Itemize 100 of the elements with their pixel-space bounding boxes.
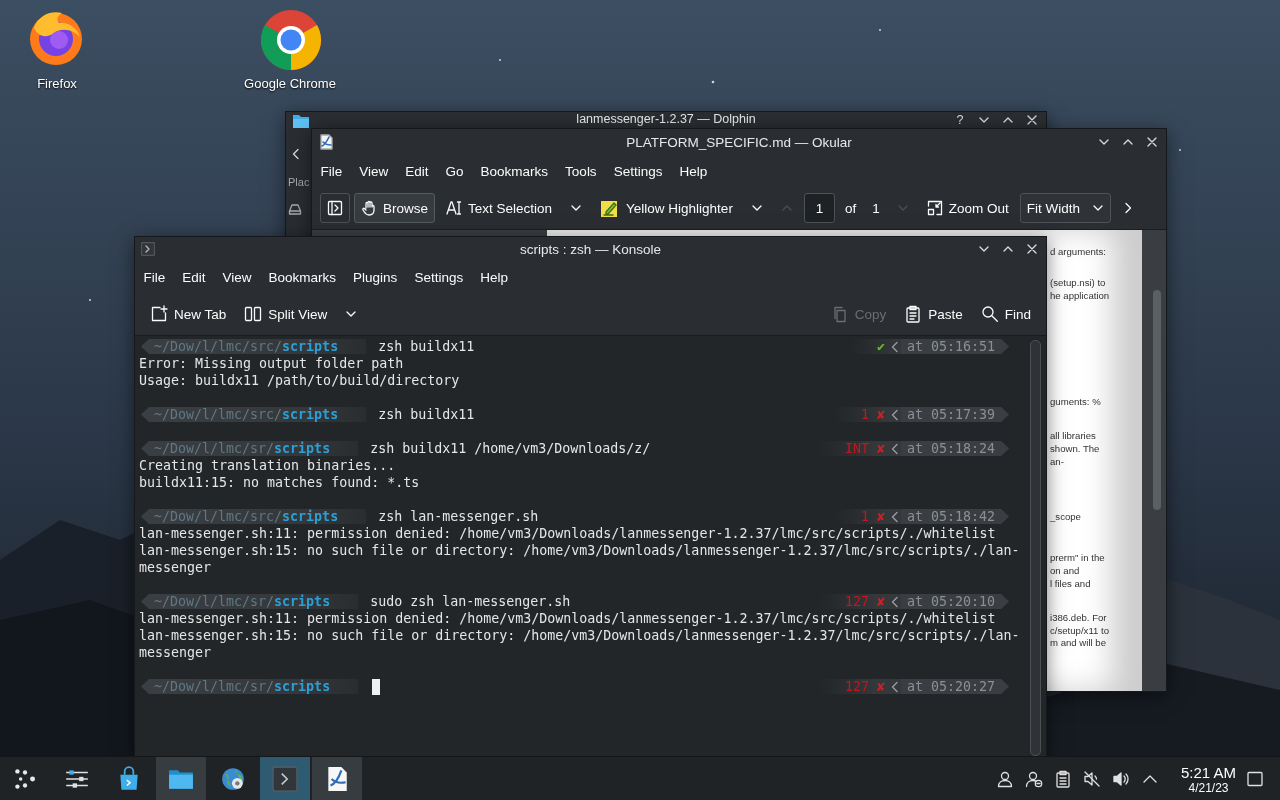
document-text-line: m and will be	[1050, 637, 1107, 651]
success-mark: ✔	[876, 338, 885, 355]
command-text: zsh buildx11	[378, 338, 475, 355]
sidebar-icon	[327, 200, 343, 216]
prompt-path: ~/Dow/l/lmc/src/	[154, 338, 283, 355]
output-line: lan-messenger.sh:11: permission denied: /home/vm3/Downloads/lanmessenger-1.2.37/lmc/src/scripts/./whitelist	[139, 525, 997, 542]
tool-button[interactable]: Text Selection	[439, 193, 560, 223]
command-text: zsh lan-messenger.sh	[378, 508, 539, 525]
close-icon	[1146, 136, 1158, 148]
error-mark: ✘	[876, 508, 885, 525]
help-button[interactable]: ?	[952, 112, 968, 128]
timestamp: at 05:18:42	[900, 508, 1009, 525]
toolbar-button[interactable]: Split View	[237, 299, 335, 329]
menu-item[interactable]: Tools	[556, 159, 606, 183]
menu-item[interactable]: Edit	[173, 265, 215, 289]
exit-code: INT	[844, 440, 869, 457]
output-line: buildx11:15: no matches found: *.ts	[139, 474, 421, 491]
prompt-directory: scripts	[274, 678, 331, 695]
error-mark: ✘	[876, 440, 885, 457]
toolbar-button[interactable]: New Tab	[143, 299, 234, 329]
timestamp: at 05:20:10	[900, 593, 1009, 610]
desktop-icon-label[interactable]: Google Chrome	[244, 76, 336, 91]
desktop-icon-label[interactable]: Firefox	[37, 76, 77, 91]
menu-item[interactable]: File	[135, 265, 174, 289]
globe-gear-icon	[220, 766, 246, 792]
timestamp: at 05:17:39	[900, 406, 1009, 423]
page-number-field[interactable]: 1	[803, 193, 835, 223]
ring-logo-icon[interactable]	[259, 8, 321, 70]
tool-button[interactable]: Browse	[354, 193, 435, 223]
clock-time: 5:21 AM	[1180, 763, 1236, 781]
exit-code: 1	[860, 508, 869, 525]
zoom-out-button[interactable]: Zoom Out	[919, 193, 1016, 223]
document-text-line: i386.deb. For	[1050, 611, 1108, 625]
person-minus-icon	[1024, 770, 1043, 788]
page-of-label: of	[843, 200, 858, 216]
menu-item[interactable]: Bookmarks	[260, 265, 345, 289]
person-icon	[995, 770, 1014, 788]
tray-button[interactable]	[1082, 770, 1101, 788]
prompt-directory: scripts	[282, 508, 339, 525]
window-title: PLATFORM_SPECIFIC.md — Okular	[626, 134, 852, 150]
sidebar-heading: Plac	[288, 176, 310, 188]
page-count: 1	[871, 200, 881, 216]
tool-button[interactable]: Yellow Highlighter	[593, 193, 740, 223]
tray-button[interactable]	[1053, 770, 1072, 788]
tray-button[interactable]	[1111, 770, 1130, 788]
sidebar-toggle-button[interactable]	[320, 193, 350, 223]
clock-date: 4/21/23	[1188, 780, 1229, 795]
exit-code: 127	[844, 678, 869, 695]
menu-item[interactable]: Settings	[605, 159, 671, 183]
show-desktop-button[interactable]	[1246, 770, 1264, 788]
window-title: lanmessenger-1.2.37 — Dolphin	[576, 112, 756, 126]
menu-item[interactable]: View	[350, 159, 397, 183]
document-text-line: all libraries	[1050, 430, 1097, 443]
output-line: Error: Missing output folder path	[139, 355, 405, 372]
document-text-line: shown. The	[1050, 443, 1101, 456]
document-icon	[318, 134, 334, 150]
document-text-line: (setup.nsi) to	[1050, 276, 1107, 290]
document-text-line: guments: %	[1050, 396, 1102, 410]
menu-item[interactable]: Plugins	[344, 265, 406, 289]
close-icon	[1026, 243, 1038, 255]
toolbar-button[interactable]: Paste	[897, 299, 970, 329]
menu-item[interactable]: Bookmarks	[472, 159, 557, 183]
exit-code: 127	[844, 593, 869, 610]
output-line: lan-messenger.sh:15: no such file or directory: /home/vm3/Downloads/lanmessenger-1.2.37/lmc/src/scripts/./lan-messenger	[139, 627, 1021, 661]
speaker-muted-icon	[1082, 770, 1101, 788]
scrollbar[interactable]	[1153, 290, 1161, 510]
document-text-line: _scope	[1050, 510, 1082, 524]
zoom-mode-dropdown[interactable]: Fit Width	[1019, 193, 1111, 223]
scrollbar[interactable]	[1030, 340, 1041, 756]
speaker-icon	[1111, 770, 1130, 788]
chevron-left-icon	[290, 148, 302, 160]
folder-icon	[292, 112, 310, 130]
menu-item[interactable]: File	[312, 159, 351, 183]
drive-icon	[288, 202, 302, 216]
menu-item[interactable]: Edit	[396, 159, 438, 183]
document-text-line: on and	[1050, 565, 1081, 578]
clipboard-icon	[904, 305, 923, 323]
document-text-line: l files and	[1050, 577, 1092, 591]
exit-code: 1	[860, 406, 869, 423]
document-text-line: c/setup/x11 to	[1050, 624, 1111, 638]
menu-item[interactable]: Settings	[405, 265, 472, 289]
clock[interactable]: 5:21 AM 4/21/23	[1168, 763, 1246, 795]
zoom-out-icon	[926, 200, 943, 216]
new-tab-icon	[150, 305, 168, 323]
tray-button[interactable]	[1024, 770, 1043, 788]
command-text: zsh buildx11	[378, 406, 475, 423]
toolbar-button[interactable]: Find	[973, 299, 1038, 329]
menu-item[interactable]: Help	[471, 265, 517, 289]
tray-button[interactable]	[995, 770, 1014, 788]
prompt-directory: scripts	[282, 406, 339, 423]
terminal-icon	[272, 766, 298, 792]
prompt-path: ~/Dow/l/lmc/src/	[154, 508, 283, 525]
timestamp: at 05:20:27	[900, 678, 1009, 695]
menu-item[interactable]: Help	[670, 159, 716, 183]
close-icon	[1026, 114, 1038, 126]
document-text-line: prerm" in the	[1050, 552, 1106, 566]
taskbar-button[interactable]	[312, 757, 362, 800]
menu-item[interactable]: Go	[437, 159, 473, 183]
menu-item[interactable]: View	[214, 265, 261, 289]
document-text-line: he application	[1050, 289, 1111, 303]
